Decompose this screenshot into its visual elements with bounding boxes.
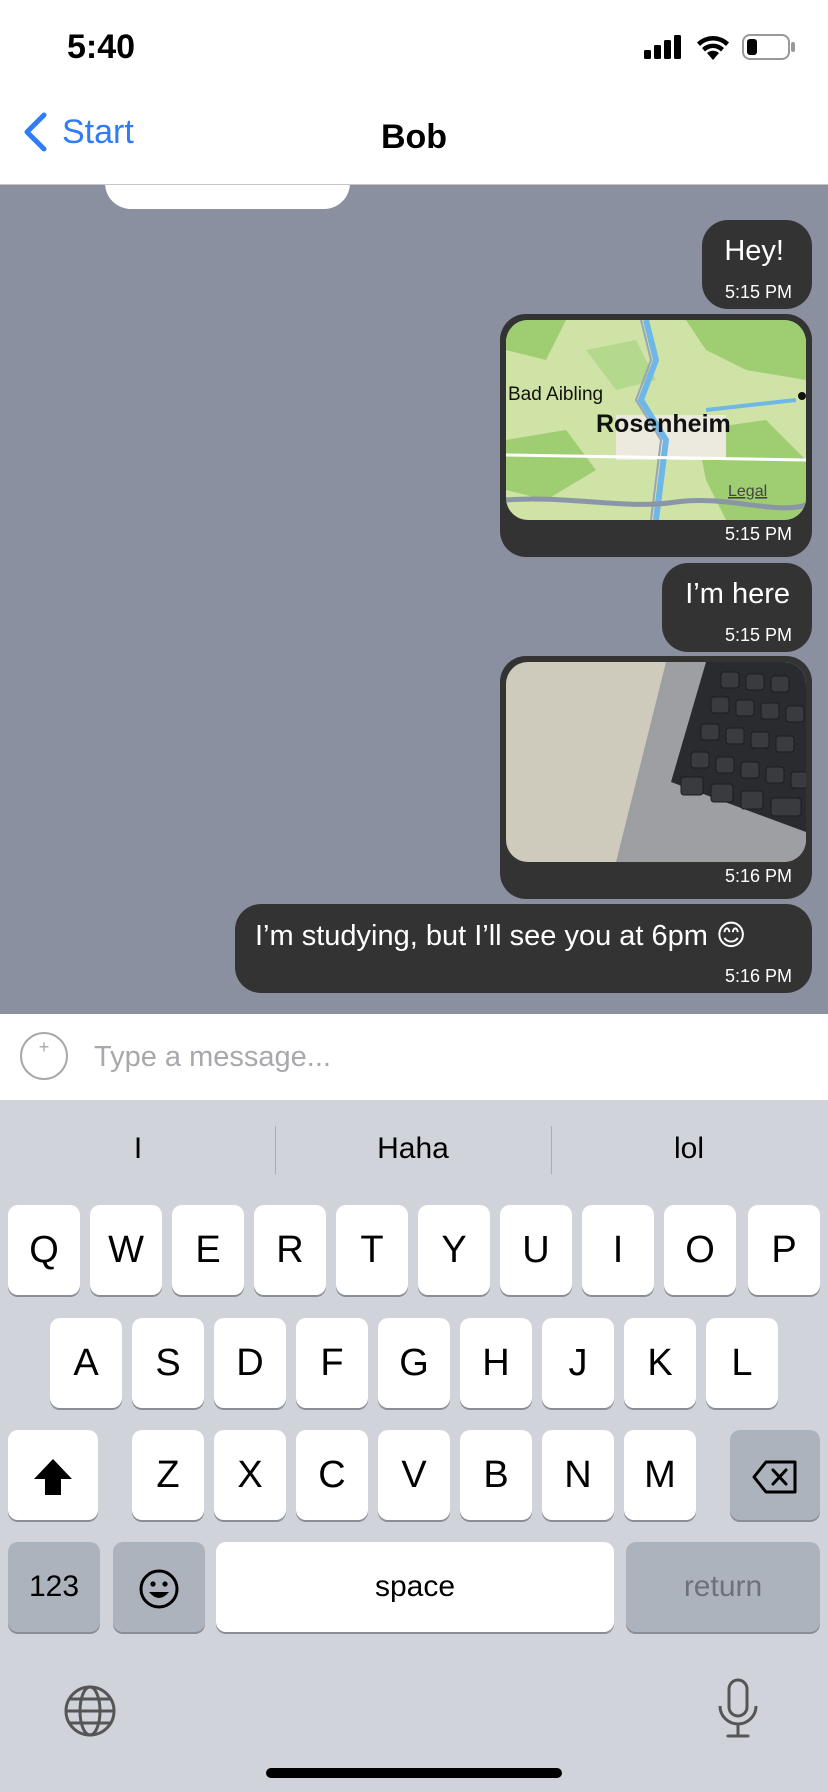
key-i[interactable]: I	[582, 1205, 654, 1295]
shift-key[interactable]	[8, 1430, 98, 1520]
space-key[interactable]: space	[216, 1542, 614, 1632]
status-icons	[644, 34, 796, 60]
message-text: I’m here	[685, 578, 790, 610]
key-z[interactable]: Z	[132, 1430, 204, 1520]
key-a[interactable]: A	[50, 1318, 122, 1408]
previous-message-bubble	[105, 185, 350, 209]
suggestion-item[interactable]: I	[1, 1122, 275, 1176]
key-s[interactable]: S	[132, 1318, 204, 1408]
map-image: Bad Aibling Rosenheim Legal	[506, 320, 806, 520]
add-attachment-button[interactable]: +	[20, 1032, 68, 1080]
key-q[interactable]: Q	[8, 1205, 80, 1295]
key-m[interactable]: M	[624, 1430, 696, 1520]
message-input[interactable]	[92, 1032, 796, 1082]
key-g[interactable]: G	[378, 1318, 450, 1408]
chat-messages[interactable]: Hey! 5:15 PM Bad Aibling Rosenheim Legal…	[0, 185, 828, 1014]
key-e[interactable]: E	[172, 1205, 244, 1295]
numbers-key[interactable]: 123	[8, 1542, 100, 1632]
message-time: 5:16 PM	[724, 866, 792, 886]
photo-image	[506, 662, 806, 862]
map-label-bad-aibling: Bad Aibling	[508, 384, 603, 405]
status-bar: 5:40	[0, 0, 828, 92]
key-o[interactable]: O	[664, 1205, 736, 1295]
key-k[interactable]: K	[624, 1318, 696, 1408]
map-legal-link[interactable]: Legal	[728, 483, 767, 500]
status-time: 5:40	[67, 28, 136, 66]
key-j[interactable]: J	[542, 1318, 614, 1408]
key-l[interactable]: L	[706, 1318, 778, 1408]
location-message-bubble[interactable]: Bad Aibling Rosenheim Legal 5:15 PM	[500, 314, 812, 557]
backspace-icon	[752, 1460, 797, 1494]
photo-thumbnail[interactable]	[506, 662, 806, 862]
key-t[interactable]: T	[336, 1205, 408, 1295]
key-b[interactable]: B	[460, 1430, 532, 1520]
plus-icon: +	[38, 1037, 50, 1057]
return-key[interactable]: return	[626, 1542, 820, 1632]
message-time: 5:15 PM	[724, 524, 792, 544]
keyboard: I Haha lol Q W E R T Y U I O P A S D F G…	[0, 1100, 828, 1792]
globe-icon[interactable]	[63, 1684, 117, 1738]
message-time: 5:15 PM	[724, 282, 792, 302]
message-composer: +	[0, 1014, 828, 1100]
key-h[interactable]: H	[460, 1318, 532, 1408]
message-bubble[interactable]: I’m here 5:15 PM	[662, 563, 812, 652]
microphone-icon[interactable]	[716, 1678, 760, 1742]
key-u[interactable]: U	[500, 1205, 572, 1295]
key-x[interactable]: X	[214, 1430, 286, 1520]
emoji-key[interactable]	[113, 1542, 205, 1632]
suggestion-item[interactable]: Haha	[276, 1122, 550, 1176]
navigation-bar: Start Bob	[0, 92, 828, 185]
key-f[interactable]: F	[296, 1318, 368, 1408]
key-y[interactable]: Y	[418, 1205, 490, 1295]
home-indicator[interactable]	[266, 1768, 562, 1778]
emoji-face-icon	[139, 1569, 179, 1609]
cellular-signal-icon	[644, 35, 681, 59]
delete-key[interactable]	[730, 1430, 820, 1520]
key-p[interactable]: P	[748, 1205, 820, 1295]
key-d[interactable]: D	[214, 1318, 286, 1408]
message-time: 5:16 PM	[724, 966, 792, 986]
shift-arrow-icon	[34, 1458, 72, 1495]
key-c[interactable]: C	[296, 1430, 368, 1520]
predictive-text-bar: I Haha lol	[0, 1122, 828, 1176]
battery-icon	[742, 34, 795, 60]
key-n[interactable]: N	[542, 1430, 614, 1520]
key-v[interactable]: V	[378, 1430, 450, 1520]
suggestion-item[interactable]: lol	[552, 1122, 826, 1176]
key-r[interactable]: R	[254, 1205, 326, 1295]
message-time: 5:15 PM	[724, 625, 792, 645]
chat-title: Bob	[380, 118, 448, 156]
wifi-icon	[697, 36, 729, 60]
message-text: I’m studying, but I’ll see you at 6pm 😊	[255, 920, 747, 952]
message-text: Hey!	[724, 235, 784, 267]
message-bubble[interactable]: I’m studying, but I’ll see you at 6pm 😊 …	[235, 904, 812, 993]
photo-message-bubble[interactable]: 5:16 PM	[500, 656, 812, 899]
key-w[interactable]: W	[90, 1205, 162, 1295]
message-bubble[interactable]: Hey! 5:15 PM	[702, 220, 812, 309]
map-label-rosenheim: Rosenheim	[596, 410, 731, 438]
map-thumbnail[interactable]: Bad Aibling Rosenheim Legal	[506, 320, 806, 520]
